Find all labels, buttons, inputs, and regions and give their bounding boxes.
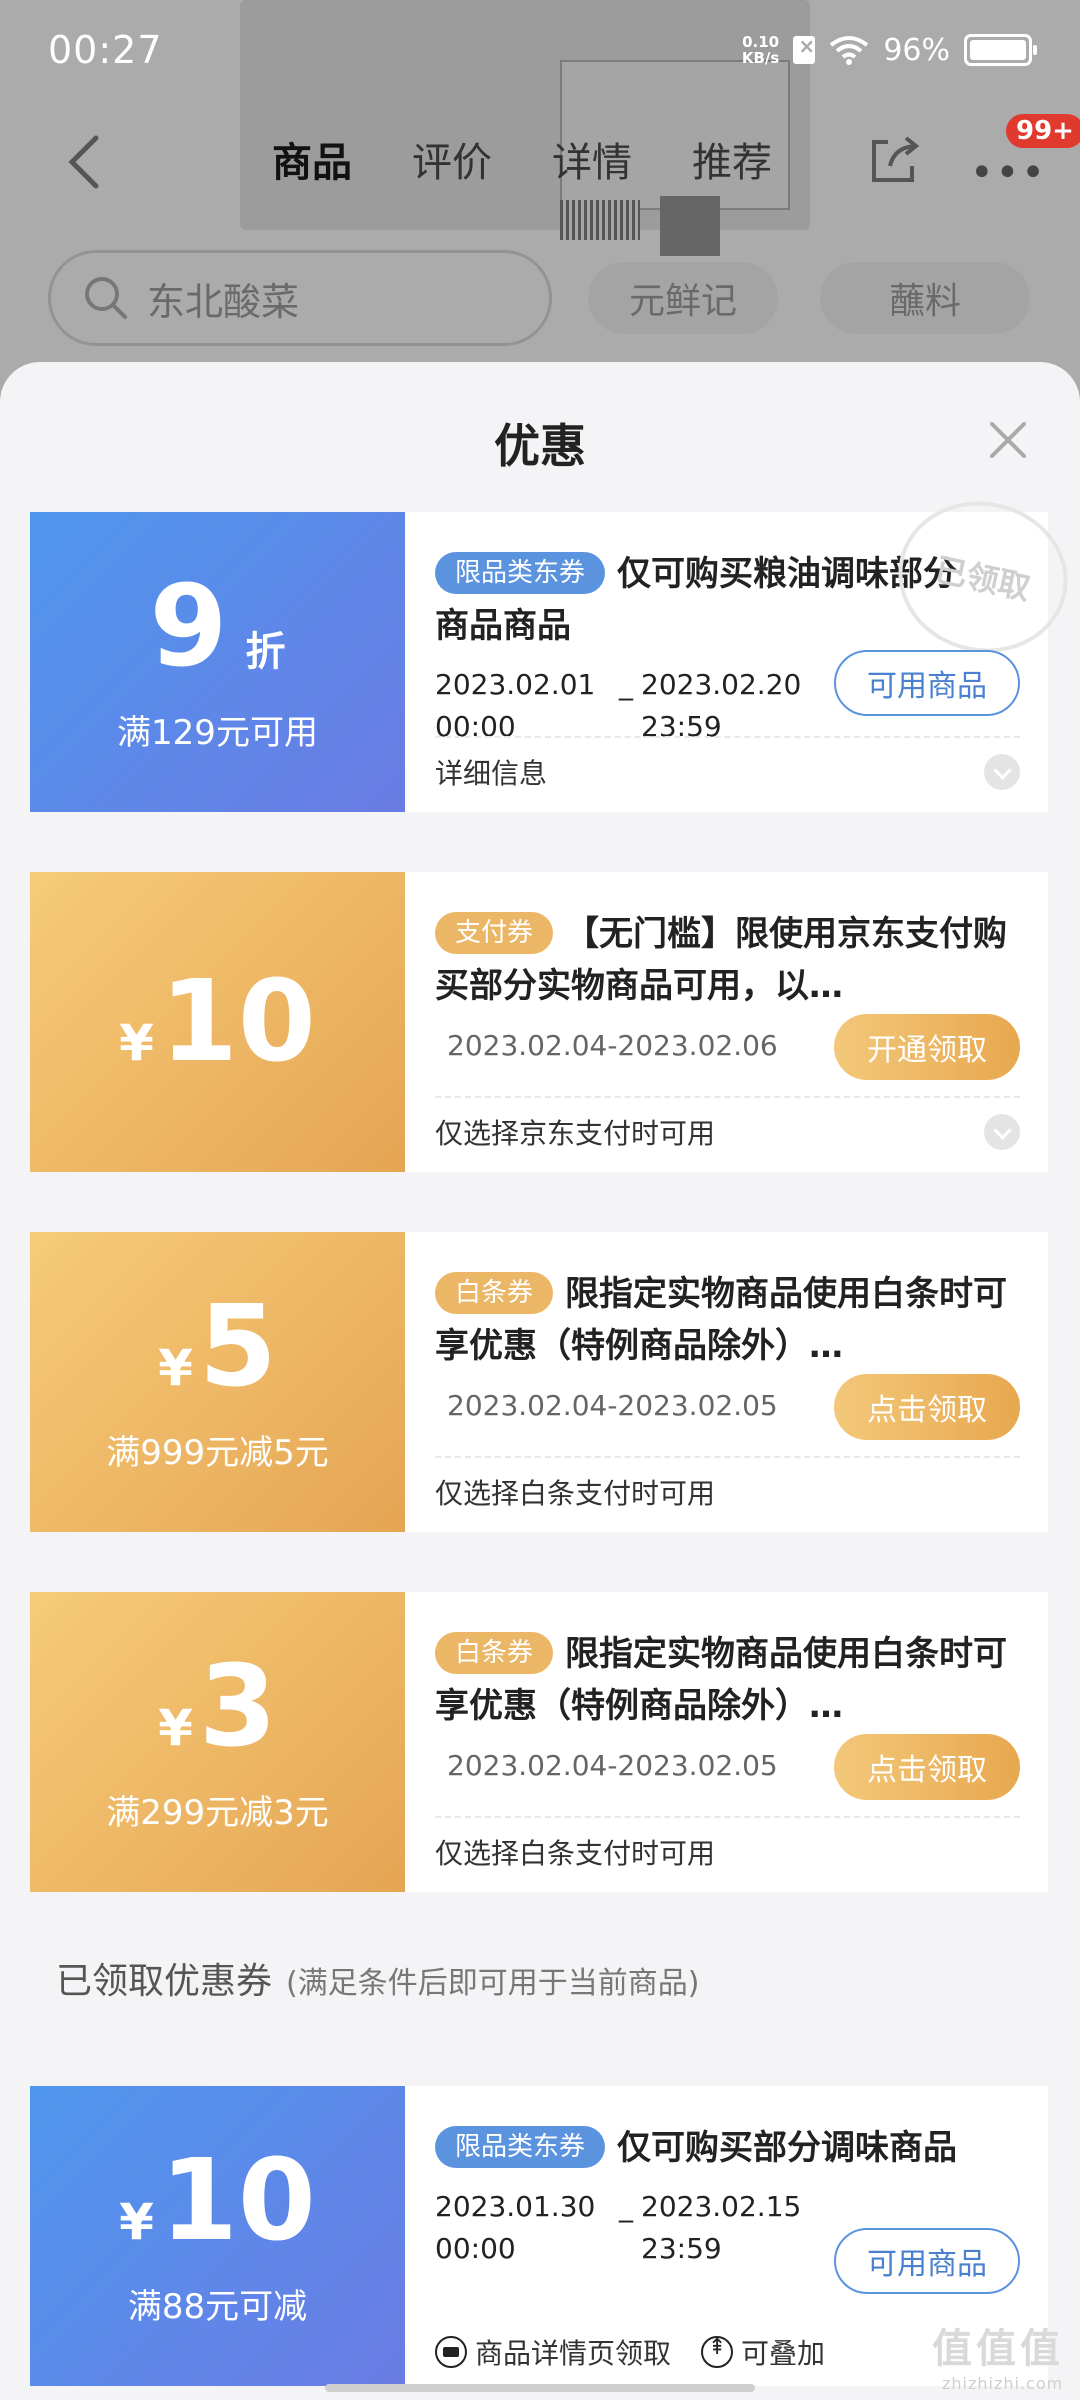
coupon-value-panel: ¥ 10 满88元可减 [24,2086,405,2386]
sheet-title: 优惠 [494,419,586,473]
coupon-tag: 白条券 [435,1272,554,1314]
battery-icon [964,34,1037,66]
sim-icon [793,34,816,64]
message-badge: 99+ [1006,114,1080,148]
coupon-info: 白条券 限指定实物商品使用白条时可享优惠（特例商品除外）… 2023.02.04-… [405,1232,1048,1532]
search-placeholder: 东北酸菜 [147,279,300,324]
ticket-icon [435,2336,467,2368]
coupon-amount: 9 折 [149,561,286,692]
search-icon [85,277,127,319]
coupon-condition: 满88元可减 [127,2286,308,2327]
divider [435,1456,1020,1458]
coupon-condition: 满299元减3元 [106,1792,329,1833]
battery-percent: 96% [883,32,950,68]
back-arrow-icon[interactable] [60,132,110,192]
coupon-info: 已领取 限品类东券 仅可购买粮油调味部分商品商品 2023.02.01 00:00… [405,485,1080,812]
coupon-note: 仅选择白条支付时可用 [435,1837,716,1870]
search-input[interactable]: 东北酸菜 [48,250,552,346]
coupon-title: 白条券 限指定实物商品使用白条时可享优惠（特例商品除外）… [435,1632,1008,1726]
tab-recommend[interactable]: 推荐 [692,130,832,188]
coupon-card: 9 折 满129元可用 已领取 限品类东券 仅可购买粮油调味部分商品商品 2023… [24,485,1080,812]
coupon-tag: 限品类东券 [435,552,606,594]
tab-details[interactable]: 详情 [552,130,692,188]
coupon-info: 支付券 【无门槛】限使用京东支付购买部分实物商品可用，以… 2023.02.04-… [405,872,1048,1172]
home-indicator[interactable] [325,2384,755,2392]
coupon-amount: ¥ 3 [158,1641,277,1772]
coupon-card: ¥ 10 支付券 【无门槛】限使用京东支付购买部分实物商品可用，以… 2023.0… [24,872,1048,1172]
activate-claim-button[interactable]: 开通领取 [834,1014,1020,1080]
search-row: 东北酸菜 元鲜记 蘸料 [0,250,1080,346]
stackable-icon [701,2335,734,2368]
coupon-tag: 白条券 [435,1632,554,1674]
coupon-condition: 满129元可用 [117,712,318,753]
share-icon[interactable] [866,132,922,188]
search-chip[interactable]: 蘸料 [820,262,1030,334]
claimed-section-title: 已领取优惠券 (满足条件后即可用于当前商品) [56,1961,700,2002]
claimed-coupon-card: ¥ 10 满88元可减 限品类东券 仅可购买部分调味商品 2023.01.30 0… [24,2086,1048,2386]
coupon-amount: ¥ 10 [119,2135,316,2266]
status-time: 00:27 [48,28,163,72]
watermark: 值值值 zhizhizhi.com [932,2326,1064,2393]
coupon-value-panel: ¥ 10 [24,872,405,1172]
coupon-title: 白条券 限指定实物商品使用白条时可享优惠（特例商品除外）… [435,1272,1008,1366]
net-speed: 0.10 KB/s [741,33,780,67]
coupon-note: 仅选择白条支付时可用 [435,1477,716,1510]
coupon-card: ¥ 3 满299元减3元 白条券 限指定实物商品使用白条时可享优惠（特例商品除外）… [24,1592,1048,1892]
claim-button[interactable]: 点击领取 [834,1374,1020,1440]
available-products-button[interactable]: 可用商品 [834,2228,1020,2294]
divider [435,1096,1020,1098]
coupon-title: 支付券 【无门槛】限使用京东支付购买部分实物商品可用，以… [435,912,1008,1006]
claim-button[interactable]: 点击领取 [834,1734,1020,1800]
coupon-tag: 限品类东券 [435,2126,606,2168]
coupon-value-panel: ¥ 5 满999元减5元 [24,1232,405,1532]
close-icon[interactable] [986,418,1030,462]
coupon-value-panel: ¥ 3 满299元减3元 [24,1592,405,1892]
coupon-card: ¥ 5 满999元减5元 白条券 限指定实物商品使用白条时可享优惠（特例商品除外）… [24,1232,1048,1532]
top-nav: 商品 评价 详情 推荐 ••• 99+ [0,110,1080,210]
details-link[interactable]: 详细信息 [435,752,547,792]
coupon-value-panel: 9 折 满129元可用 [24,512,405,812]
coupon-sheet: 优惠 9 折 满129元可用 已领取 限品类东券 仅可购买粮油调味部分商品商品 2… [0,362,1080,2400]
divider [435,1816,1020,1818]
coupon-feature-row: 商品详情页领取 可叠加 [435,2332,825,2372]
chevron-down-icon[interactable] [984,754,1020,790]
tab-reviews[interactable]: 评价 [412,130,552,188]
status-bar: 00:27 0.10 KB/s 96% [0,0,1080,100]
tab-product[interactable]: 商品 [272,130,412,188]
background-page: 00:27 0.10 KB/s 96% 商品 评价 详情 推荐 [0,0,1080,420]
search-chip[interactable]: 元鲜记 [588,262,778,334]
coupon-amount: ¥ 5 [158,1281,277,1412]
available-products-button[interactable]: 可用商品 [834,650,1020,716]
coupon-condition: 满999元减5元 [106,1432,329,1473]
coupon-note: 仅选择京东支付时可用 [435,1117,716,1150]
more-icon[interactable]: ••• [970,150,1047,196]
coupon-amount: ¥ 10 [119,957,316,1087]
nav-tabs: 商品 评价 详情 推荐 [272,130,832,188]
divider [435,736,1020,738]
coupon-tag: 支付券 [435,912,554,954]
wifi-icon [830,36,869,65]
status-right: 0.10 KB/s 96% [741,32,1037,68]
chevron-down-icon[interactable] [984,1114,1020,1150]
coupon-info: 白条券 限指定实物商品使用白条时可享优惠（特例商品除外）… 2023.02.04-… [405,1592,1048,1892]
coupon-title: 限品类东券 仅可购买部分调味商品 [435,2122,1018,2174]
